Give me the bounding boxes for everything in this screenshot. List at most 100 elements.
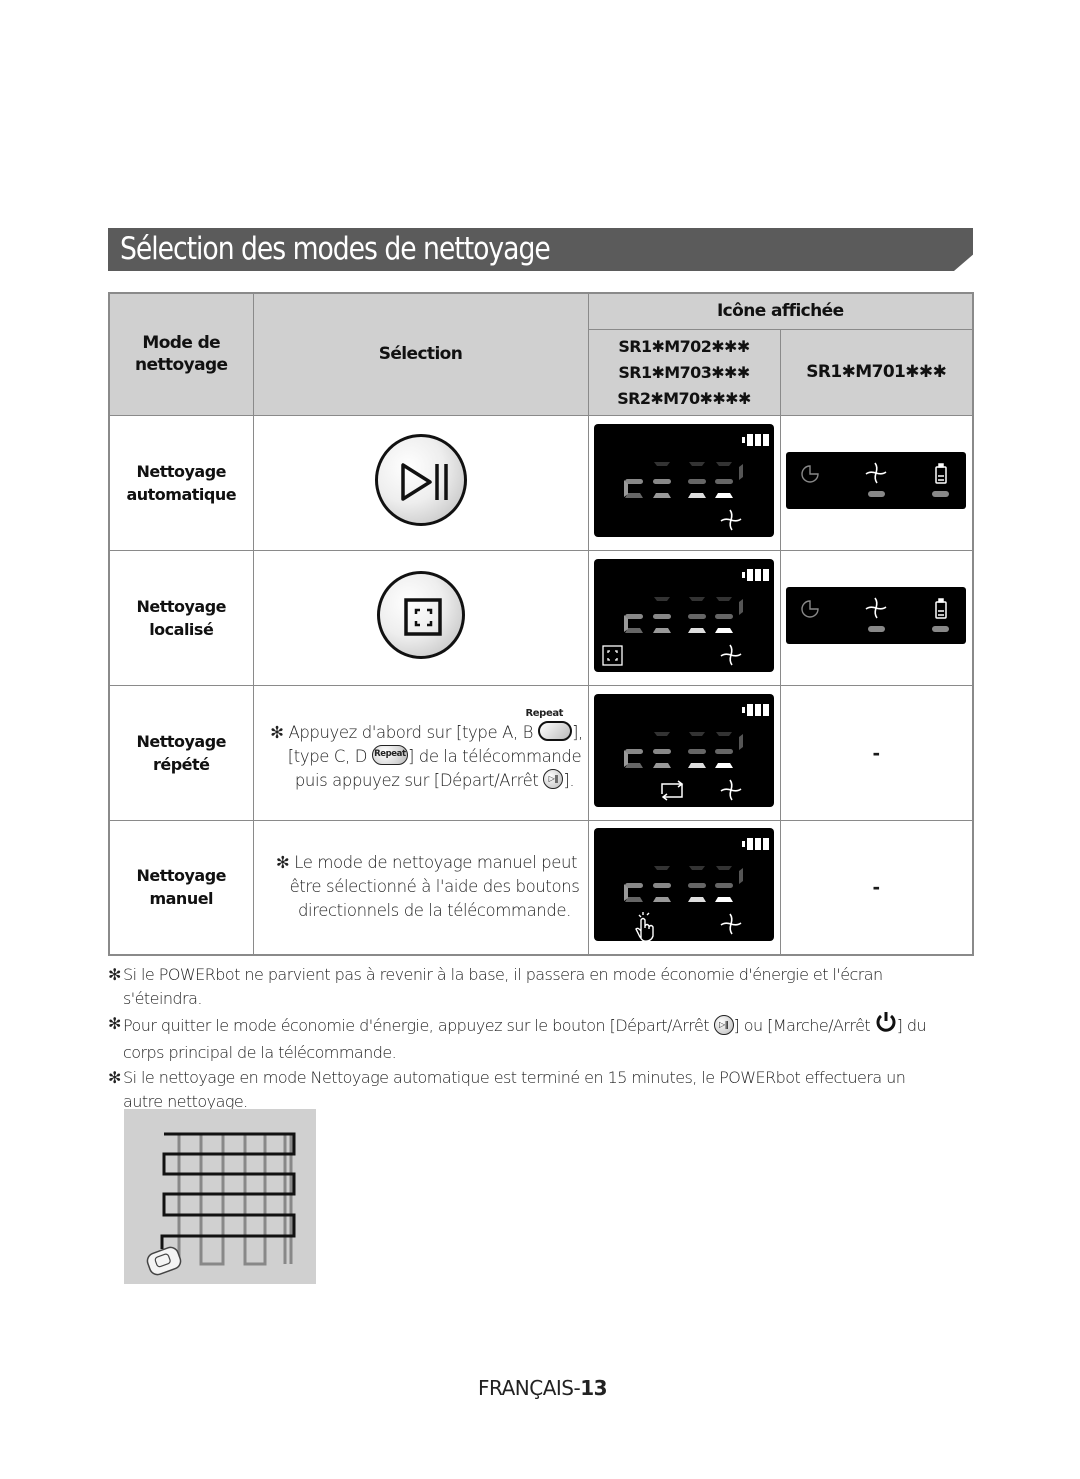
page-number: FRANÇAIS-13 [478,1376,608,1400]
mode-cell: Nettoyage localisé [108,549,254,686]
indicator-bar [932,490,950,497]
timer-icon [801,599,819,618]
lcd-display-small [786,586,967,644]
start-stop-icon: ▷‖ [713,1014,734,1035]
footnote-text: Pour quitter le mode économie d'énergie,… [123,1016,714,1035]
page-language: FRANÇAIS- [478,1376,581,1400]
mode-label-line1: Nettoyage [136,731,227,751]
not-applicable-dash: - [872,739,880,765]
header-mode-line1: Mode de [142,333,221,354]
display-cell-b [779,414,974,551]
lcd-display [594,558,774,672]
fan-icon [865,597,887,618]
note-text: ], [571,722,583,742]
note-mark: ✻ [270,722,284,742]
display-cell-b: - [779,819,974,956]
fan-icon [720,913,742,935]
footnote-text: ] ou [Marche/Arrêt [733,1016,875,1035]
spot-clean-button-icon [376,571,465,659]
play-pause-button-icon [374,434,467,526]
display-cell-a [587,684,781,821]
mode-label-line1: Nettoyage [136,596,227,616]
footnotes: ✻ Si le POWERbot ne parvient pas à reven… [108,963,978,1115]
page-title: Sélection des modes de nettoyage [120,231,551,267]
page-num: 13 [580,1376,608,1400]
footnote-text: corps principal de la télécommande. [123,1043,397,1062]
indicator-bar [932,625,950,632]
mode-cell: Nettoyage répété [108,684,254,821]
note-mark: ✻ [108,1014,121,1033]
mode-label-line2: manuel [149,889,214,909]
hand-touch-icon [635,912,654,942]
table-row: Nettoyage automatique [108,414,974,551]
table-row: Nettoyage localisé [108,549,974,686]
model-label: SR1✱M702✱✱✱ [618,337,750,356]
note-text: puis appuyez sur [Départ/Arrêt [294,770,539,790]
indicator-bar [868,625,886,632]
table-row: Nettoyage répété Repeat ✻ Appuyez d'abor… [108,684,974,821]
fan-icon [720,779,742,800]
segment-digits [624,461,743,498]
display-cell-a [587,414,781,551]
segment-digits [624,596,743,633]
selection-note: Repeat ✻ Appuyez d'abord sur [type A, B … [252,684,589,821]
section-title-bar: Sélection des modes de nettoyage [108,228,973,271]
cleaning-modes-table: Mode de nettoyage Sélection Icône affich… [108,292,974,956]
table-row: Nettoyage manuel ✻ Le mode de nettoyage … [108,819,974,956]
note-text: être sélectionné à l'aide des boutons [289,877,580,897]
mode-label-line1: Nettoyage [136,866,227,886]
mode-cell: Nettoyage automatique [108,414,254,551]
battery-icon [742,703,769,716]
mode-label-line2: répété [152,754,210,774]
footnote: ✻ Si le nettoyage en mode Nettoyage auto… [108,1066,978,1114]
note-mark: ✻ [108,965,121,984]
start-stop-icon: ▷‖ [543,769,564,789]
battery-icon [742,838,769,851]
mode-label-line1: Nettoyage [136,461,227,481]
footnote-text: Si le POWERbot ne parvient pas à revenir… [123,965,883,984]
battery-icon [935,462,947,484]
model-label: SR1✱M703✱✱✱ [618,363,750,382]
segment-digits [624,866,743,903]
power-icon [875,1010,897,1039]
note-text: Le mode de nettoyage manuel peut [294,853,578,873]
note-text: Appuyez d'abord sur [type A, B [288,722,534,742]
footnote-text: ] du [896,1016,927,1035]
selection-note: ✻ Le mode de nettoyage manuel peut être … [252,819,589,956]
display-cell-b [779,549,974,686]
header-mode: Mode de nettoyage [108,292,254,416]
fan-icon [865,462,887,483]
repeat-icon [661,779,684,801]
lcd-display [594,828,774,942]
note-text: ] de la télécommande [407,746,582,766]
note-text: [type C, D [287,746,368,766]
fan-icon [720,644,742,665]
mode-label-line2: localisé [149,619,214,639]
robot-vacuum-icon [146,1246,182,1276]
timer-icon [801,464,819,483]
segment-digits [624,731,743,768]
fan-icon [720,509,742,530]
battery-icon [742,433,769,446]
selection-cell [252,414,589,551]
lcd-display [594,693,774,807]
model-label: SR2✱M70✱✱✱✱ [617,389,751,408]
note-mark: ✻ [275,853,290,873]
header-models-group-b: SR1✱M701✱✱✱ [779,328,974,416]
footnote-text: Si le nettoyage en mode Nettoyage automa… [123,1068,906,1087]
repeat-button-type-ab-icon [537,721,572,741]
note-text: directionnels de la télécommande. [297,901,572,921]
footnote: ✻ Pour quitter le mode économie d'énergi… [108,1012,978,1065]
selection-cell [252,549,589,686]
header-icon-displayed: Icône affichée [587,292,974,330]
battery-icon [935,597,947,619]
mode-label-line2: automatique [126,484,237,504]
zigzag-cleaning-pattern-illustration [124,1109,316,1284]
display-cell-a [587,549,781,686]
spot-icon [602,644,623,666]
note-text: ]. [563,770,575,790]
repeat-button-type-cd-icon: Repeat [371,745,408,765]
not-applicable-dash: - [872,874,880,900]
mode-cell: Nettoyage manuel [108,819,254,956]
header-models-group-a: SR1✱M702✱✱✱ SR1✱M703✱✱✱ SR2✱M70✱✱✱✱ [587,328,781,416]
